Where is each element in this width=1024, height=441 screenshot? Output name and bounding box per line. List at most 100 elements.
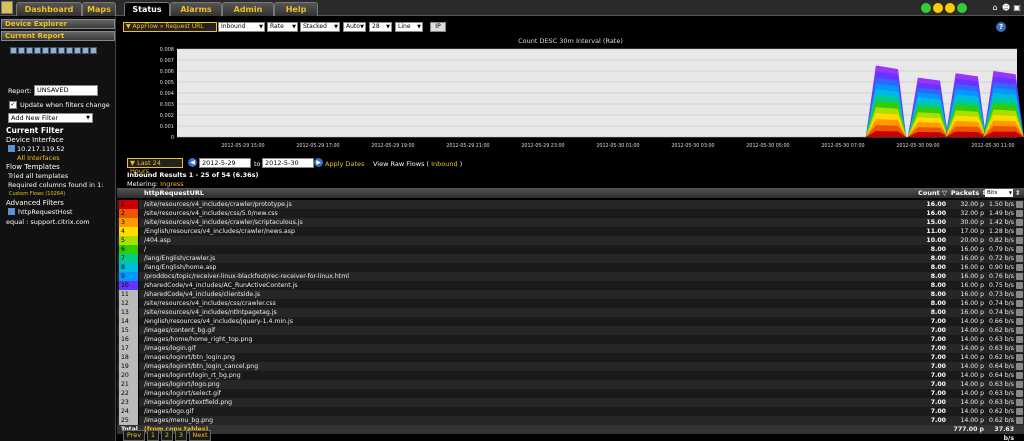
table-row[interactable]: 11/sharedCode/v4_includes/clientside.js 8… (117, 290, 1024, 299)
apply-dates-link[interactable]: Apply Dates (325, 160, 364, 168)
stack-select[interactable]: Stacked ▼ (300, 22, 340, 32)
host-filter-text[interactable]: httpRequestHost (18, 208, 73, 216)
help-icon[interactable]: ? (996, 22, 1006, 32)
row-action-icon[interactable] (1016, 300, 1023, 307)
status-yellow-icon[interactable] (945, 3, 955, 13)
table-row[interactable]: 10/sharedCode/v4_includes/AC_RunActiveCo… (117, 281, 1024, 290)
table-row[interactable]: 25/images/menu_bg.png 7.00 14.00 p 0.62 b/s (117, 416, 1024, 425)
row-url[interactable]: /images/login.gif (142, 344, 902, 353)
table-row[interactable]: 9/proddocs/topic/receiver-linux-blackfoo… (117, 272, 1024, 281)
settings-icon[interactable] (26, 47, 33, 54)
row-url[interactable]: /images/loginrt/select.gif (142, 389, 902, 398)
col-packets-header[interactable]: Packets ⇕ (939, 188, 987, 198)
row-action-icon[interactable] (1016, 255, 1023, 262)
user-icon[interactable]: ☻ (1001, 3, 1011, 13)
col-url-header[interactable]: httpRequestURL (144, 188, 204, 198)
row-action-icon[interactable] (1016, 201, 1023, 208)
row-action-icon[interactable] (1016, 264, 1023, 271)
schedule-icon[interactable] (66, 47, 73, 54)
tab-alarms[interactable]: Alarms (170, 2, 222, 16)
count-select[interactable]: 28 ▼ (369, 22, 392, 32)
row-action-icon[interactable] (1016, 381, 1023, 388)
current-report-header[interactable]: Current Report (1, 31, 115, 41)
prev-range-icon[interactable]: ◀ (188, 158, 197, 167)
table-row[interactable]: 8/lang/English/home.asp 8.00 16.00 p 0.90 b… (117, 263, 1024, 272)
row-url[interactable]: /site/resources/v4_includes/crawler/prot… (142, 200, 902, 209)
table-row[interactable]: 3/site/resources/v4_includes/crawler/scr… (117, 218, 1024, 227)
save-icon[interactable] (50, 47, 57, 54)
row-url[interactable]: /images/content_bg.gif (142, 326, 902, 335)
row-url[interactable]: /site/resources/v4_includes/ntlntpagetag… (142, 308, 902, 317)
row-url[interactable]: /English/resources/v4_includes/crawler/n… (142, 227, 902, 236)
row-url[interactable]: /images/home/home_right_top.png (142, 335, 902, 344)
row-url[interactable]: /lang/English/crawler.js (142, 254, 902, 263)
row-action-icon[interactable] (1016, 318, 1023, 325)
row-action-icon[interactable] (1016, 282, 1023, 289)
row-action-icon[interactable] (1016, 372, 1023, 379)
all-interfaces-link[interactable]: All Interfaces (17, 154, 60, 162)
tab-status[interactable]: Status (124, 2, 170, 16)
status-green-icon[interactable] (921, 3, 931, 13)
table-row[interactable]: 20/images/loginrt/login_rt_bg.png 7.00 14.… (117, 371, 1024, 380)
row-url[interactable]: /proddocs/topic/receiver-linux-blackfoot… (142, 272, 902, 281)
page-2-button[interactable]: 2 (161, 430, 173, 441)
row-url[interactable]: /images/loginrt/btn_login.png (142, 353, 902, 362)
custom-flows-link[interactable]: Custom Flows (10264) (9, 191, 65, 197)
table-row[interactable]: 24/images/logo.gif 7.00 14.00 p 0.62 b/s (117, 407, 1024, 416)
row-url[interactable]: /site/resources/v4_includes/crawler/scri… (142, 218, 902, 227)
export-icon[interactable] (74, 47, 81, 54)
row-action-icon[interactable] (1016, 408, 1023, 415)
row-url[interactable]: /sharedCode/v4_includes/clientside.js (142, 290, 902, 299)
row-url[interactable]: /images/loginrt/btn_login_cancel.png (142, 362, 902, 371)
end-date-input[interactable]: 2012-5-30 14:30 (262, 158, 314, 175)
table-row[interactable]: 2/site/resources/v4_includes/css/5.0/new… (117, 209, 1024, 218)
row-action-icon[interactable] (1016, 390, 1023, 397)
direction-select[interactable]: Inbound ▼ (218, 22, 265, 32)
table-row[interactable]: 4/English/resources/v4_includes/crawler/… (117, 227, 1024, 236)
row-action-icon[interactable] (1016, 219, 1023, 226)
device-explorer-header[interactable]: Device Explorer (1, 19, 115, 29)
row-url[interactable]: /site/resources/v4_includes/css/crawler.… (142, 299, 902, 308)
table-icon[interactable] (90, 47, 97, 54)
view-raw-direction[interactable]: Inbound (431, 160, 458, 168)
view-selector[interactable]: ▼ AppFlow » Request URL (123, 22, 217, 32)
row-action-icon[interactable] (1016, 399, 1023, 406)
globe-icon[interactable] (34, 47, 41, 54)
row-url[interactable]: /images/loginrt/login_rt_bg.png (142, 371, 902, 380)
row-url[interactable]: /images/loginrt/logo.png (142, 380, 902, 389)
home-icon[interactable]: ⌂ (990, 3, 1000, 13)
row-action-icon[interactable] (1016, 354, 1023, 361)
chart-type-select[interactable]: Line ▼ (395, 22, 423, 32)
next-range-icon[interactable]: ▶ (314, 158, 323, 167)
edit-icon[interactable] (10, 47, 17, 54)
table-row[interactable]: 6/ 8.00 16.00 p 0.79 b/s (117, 245, 1024, 254)
sort-icon[interactable]: ⇕ (1015, 188, 1020, 198)
device-ip[interactable]: 10.217.119.52 (17, 145, 65, 153)
page-3-button[interactable]: 3 (175, 430, 187, 441)
row-url[interactable]: /images/logo.gif (142, 407, 902, 416)
update-checkbox[interactable]: ✓ (9, 101, 17, 109)
table-row[interactable]: 22/images/loginrt/select.gif 7.00 14.00 p 0… (117, 389, 1024, 398)
row-url[interactable]: /images/menu_bg.png (142, 416, 902, 425)
chart-icon[interactable] (82, 47, 89, 54)
units-select[interactable]: Bits ▼ (985, 189, 1013, 197)
row-url[interactable]: /english/resources/v4_includes/jquery-1.… (142, 317, 902, 326)
row-url[interactable]: /sharedCode/v4_includes/AC_RunActiveCont… (142, 281, 902, 290)
time-range-select[interactable]: ▼ Last 24 Hours (127, 158, 183, 175)
row-action-icon[interactable] (1016, 210, 1023, 217)
row-action-icon[interactable] (1016, 336, 1023, 343)
page-1-button[interactable]: 1 (147, 430, 159, 441)
row-action-icon[interactable] (1016, 345, 1023, 352)
row-action-icon[interactable] (1016, 291, 1023, 298)
copy-icon[interactable] (18, 47, 25, 54)
row-action-icon[interactable] (1016, 327, 1023, 334)
table-row[interactable]: 12/site/resources/v4_includes/css/crawle… (117, 299, 1024, 308)
table-row[interactable]: 23/images/loginrt/textfield.png 7.00 14.00… (117, 398, 1024, 407)
row-action-icon[interactable] (1016, 237, 1023, 244)
row-action-icon[interactable] (1016, 363, 1023, 370)
tab-help[interactable]: Help (274, 2, 318, 16)
table-row[interactable]: 17/images/login.gif 7.00 14.00 p 0.63 b/s (117, 344, 1024, 353)
table-row[interactable]: 16/images/home/home_right_top.png 7.00 14.… (117, 335, 1024, 344)
table-row[interactable]: 5/404.asp 10.00 20.00 p 0.82 b/s (117, 236, 1024, 245)
row-url[interactable]: /404.asp (142, 236, 902, 245)
